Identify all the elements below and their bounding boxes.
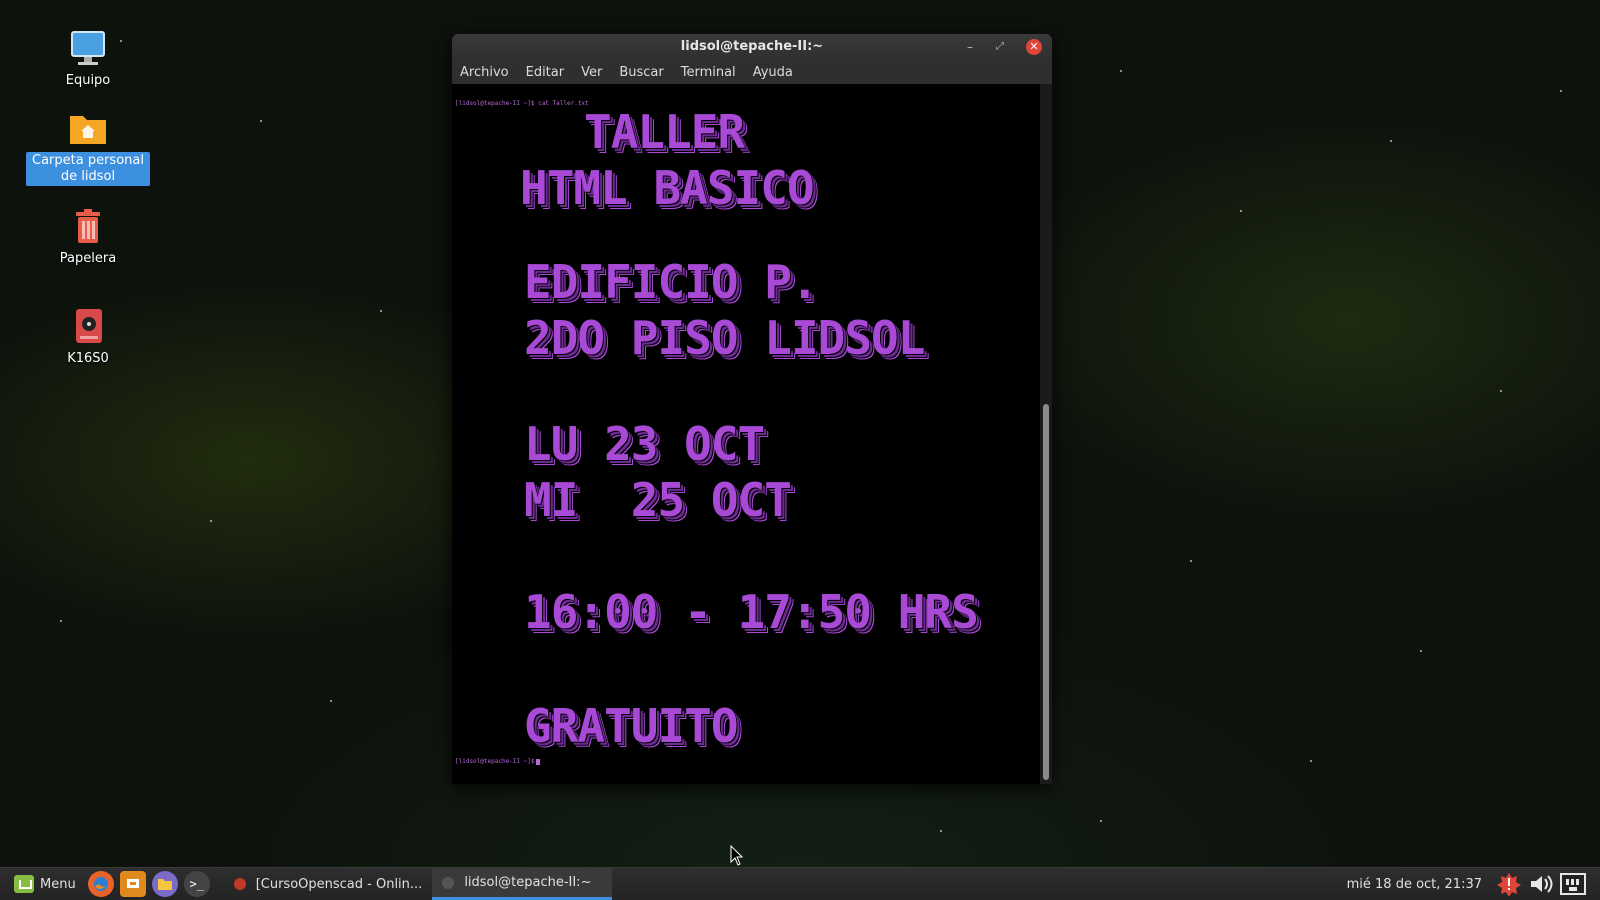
desktop-icon-label: Equipo bbox=[65, 73, 111, 88]
trash-icon bbox=[68, 206, 108, 246]
files-icon[interactable] bbox=[151, 871, 178, 897]
desktop-icon-label: Papelera bbox=[59, 251, 117, 266]
command-line: [lidsol@tepache-II ~]$ cat Taller.txt bbox=[455, 100, 589, 107]
text-cursor bbox=[536, 758, 541, 765]
banner-horario: 16:00 - 17:50 HRS bbox=[524, 585, 979, 639]
mint-logo-icon bbox=[14, 875, 34, 893]
task-terminal[interactable]: lidsol@tepache-II:~ bbox=[432, 868, 613, 900]
banner-edificio: EDIFICIO P. bbox=[524, 255, 819, 309]
clock[interactable]: mié 18 de oct, 21:37 bbox=[1347, 877, 1482, 892]
menu-archivo[interactable]: Archivo bbox=[460, 65, 509, 80]
network-icon[interactable] bbox=[1560, 872, 1586, 896]
firefox-task-icon bbox=[233, 878, 246, 890]
scrollbar[interactable] bbox=[1040, 84, 1052, 784]
system-tray: mié 18 de oct, 21:37 bbox=[1347, 872, 1600, 896]
menubar: Archivo Editar Ver Buscar Terminal Ayuda bbox=[452, 60, 1052, 85]
maximize-icon[interactable]: ⤢ bbox=[992, 39, 1008, 55]
window-titlebar[interactable]: lidsol@tepache-II:~ – ⤢ ✕ bbox=[452, 34, 1052, 60]
computer-icon bbox=[68, 28, 108, 68]
menu-button[interactable]: Menu bbox=[14, 875, 76, 893]
task-label: lidsol@tepache-II:~ bbox=[464, 875, 592, 890]
terminal-task-icon bbox=[442, 876, 455, 889]
desktop-icon-label: Carpeta personal de lidsol bbox=[26, 152, 150, 186]
banner-html: HTML BASICO bbox=[520, 161, 815, 215]
desktop-icon-papelera[interactable]: Papelera bbox=[26, 206, 150, 268]
final-prompt: [lidsol@tepache-II ~]$ bbox=[455, 758, 541, 765]
desktop-icon-label: K16S0 bbox=[67, 351, 109, 366]
desktop-icon-home-folder[interactable]: Carpeta personal de lidsol bbox=[26, 108, 150, 186]
taskbar: Menu >_ [CursoOpenscad - Onlin... lidsol… bbox=[0, 867, 1600, 900]
banner-gratuito: GRATUITO bbox=[524, 699, 739, 753]
mouse-pointer-icon bbox=[730, 845, 744, 866]
update-alert-icon[interactable] bbox=[1496, 872, 1522, 896]
menu-ver[interactable]: Ver bbox=[581, 65, 602, 80]
task-cursoopenscad[interactable]: [CursoOpenscad - Onlin... bbox=[224, 868, 433, 900]
menu-buscar[interactable]: Buscar bbox=[619, 65, 663, 80]
terminal-window[interactable]: lidsol@tepache-II:~ – ⤢ ✕ Archivo Editar… bbox=[452, 34, 1052, 784]
menu-ayuda[interactable]: Ayuda bbox=[753, 65, 793, 80]
minimize-icon[interactable]: – bbox=[962, 39, 978, 55]
menu-terminal[interactable]: Terminal bbox=[681, 65, 736, 80]
task-label: [CursoOpenscad - Onlin... bbox=[255, 876, 423, 892]
banner-miercoles: MI 25 OCT bbox=[524, 473, 792, 527]
close-icon[interactable]: ✕ bbox=[1026, 39, 1042, 55]
desktop-icon-k16s0[interactable]: K16S0 bbox=[26, 306, 150, 368]
banner-taller: TALLER bbox=[584, 105, 745, 159]
presentation-icon[interactable] bbox=[119, 871, 146, 897]
banner-lunes: LU 23 OCT bbox=[524, 417, 765, 471]
drive-icon bbox=[68, 306, 108, 346]
menu-label: Menu bbox=[40, 876, 76, 892]
terminal-launcher-icon[interactable]: >_ bbox=[183, 871, 210, 897]
menu-editar[interactable]: Editar bbox=[526, 65, 565, 80]
volume-icon[interactable] bbox=[1528, 872, 1554, 896]
terminal-output[interactable]: [lidsol@tepache-II ~]$ cat Taller.txt TA… bbox=[452, 84, 1040, 784]
firefox-icon[interactable] bbox=[87, 871, 114, 897]
final-prompt-text: [lidsol@tepache-II ~]$ bbox=[455, 758, 535, 765]
desktop-icon-equipo[interactable]: Equipo bbox=[26, 28, 150, 90]
scrollbar-thumb[interactable] bbox=[1043, 404, 1049, 780]
home-folder-icon bbox=[68, 108, 108, 148]
banner-piso: 2DO PISO LIDSOL bbox=[524, 311, 925, 365]
